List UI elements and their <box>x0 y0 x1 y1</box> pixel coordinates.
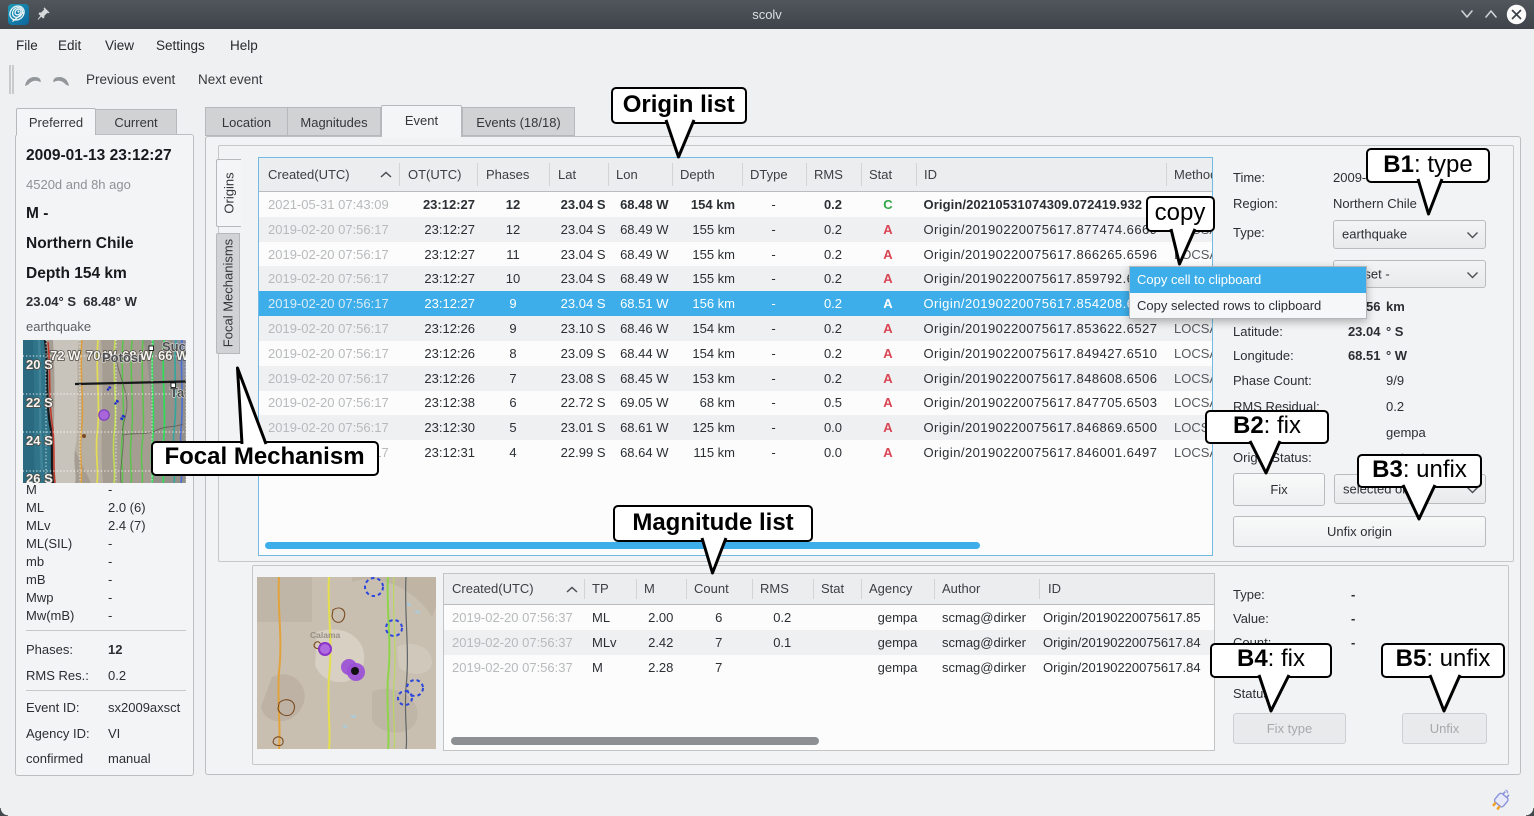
svg-text:Potosí: Potosí <box>102 350 142 365</box>
svg-text:22 S: 22 S <box>26 395 53 410</box>
svg-text:20 S: 20 S <box>26 357 53 372</box>
svg-text:24 S: 24 S <box>26 433 53 448</box>
svg-text:72 W: 72 W <box>50 348 81 363</box>
svg-text:Calama: Calama <box>310 630 341 640</box>
svg-text:Suc: Suc <box>162 340 186 354</box>
